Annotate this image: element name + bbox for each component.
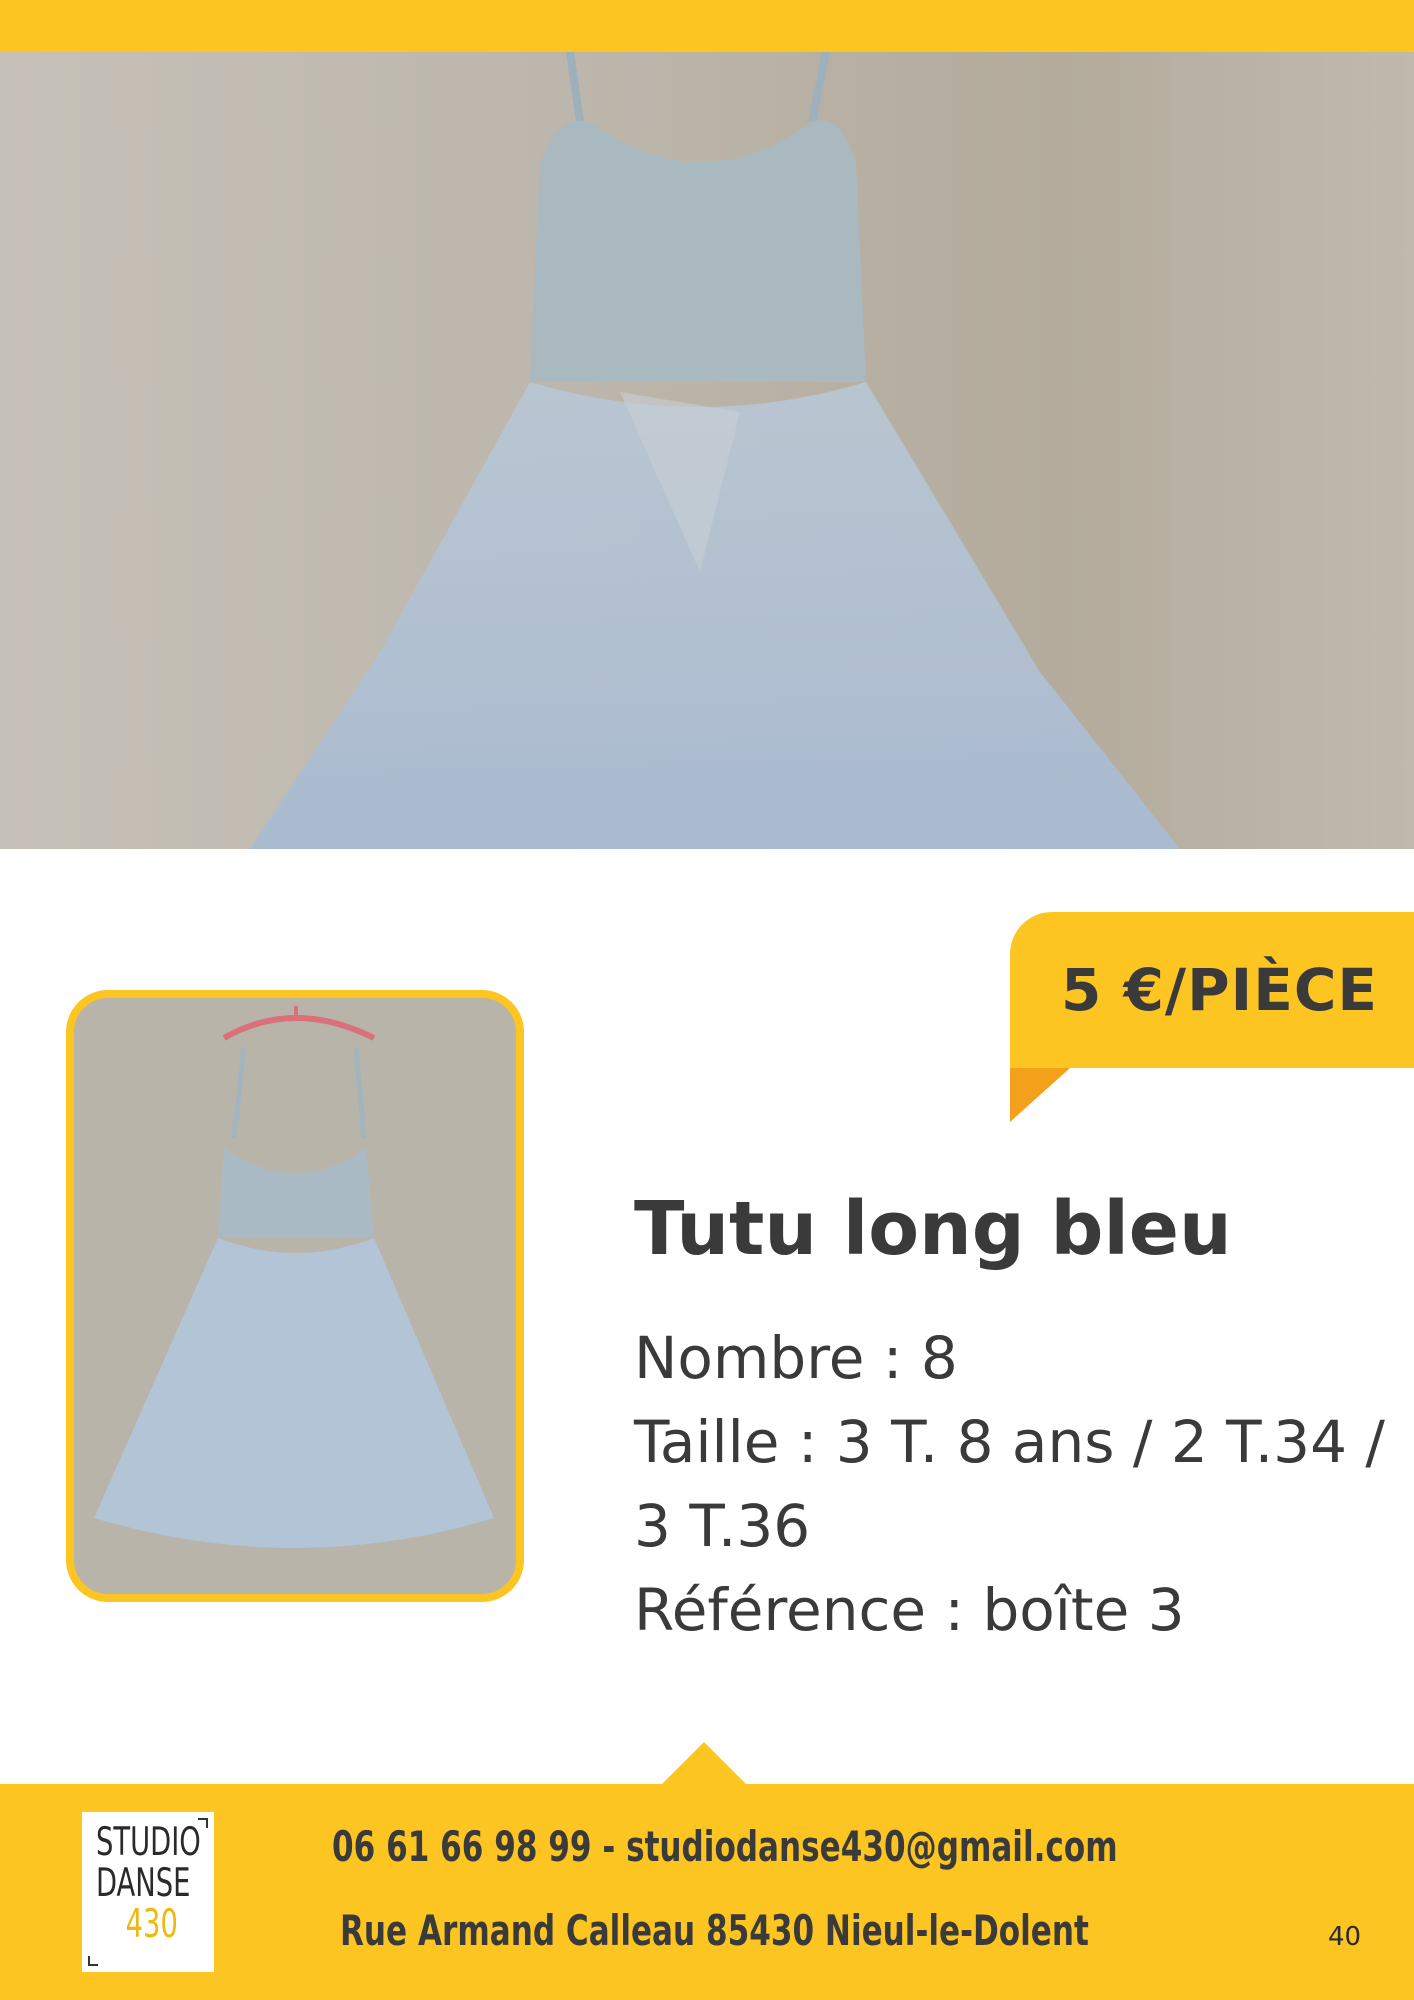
price-label: 5 €/PIÈCE <box>1061 956 1378 1024</box>
logo-line-studio: STUDIO <box>96 1820 201 1865</box>
price-tag: 5 €/PIÈCE <box>1010 912 1414 1068</box>
studio-logo: STUDIO DANSE 430 <box>82 1812 214 1972</box>
detail-taille-line2: 3 T.36 <box>634 1492 811 1560</box>
logo-text: STUDIO DANSE 430 <box>96 1822 201 1945</box>
product-details: Nombre : 8 Taille : 3 T. 8 ans / 2 T.34 … <box>634 1316 1394 1652</box>
detail-reference: Référence : boîte 3 <box>634 1576 1185 1644</box>
product-thumbnail <box>66 990 524 1602</box>
detail-taille-line1: Taille : 3 T. 8 ans / 2 T.34 / <box>634 1408 1385 1476</box>
detail-nombre: Nombre : 8 <box>634 1324 958 1392</box>
page-number: 40 <box>1328 1922 1362 1952</box>
footer-notch <box>660 1742 748 1786</box>
top-accent-bar <box>0 0 1414 52</box>
logo-line-danse: DANSE <box>96 1861 191 1906</box>
product-title: Tutu long bleu <box>634 1186 1232 1272</box>
logo-corner-bottom-left <box>88 1956 98 1966</box>
logo-line-number: 430 <box>125 1902 178 1947</box>
hero-photo <box>0 52 1414 849</box>
contact-info[interactable]: 06 61 66 98 99 - studiodanse430@gmail.co… <box>332 1822 1118 1871</box>
price-tag-fold <box>1010 1068 1070 1122</box>
address: Rue Armand Calleau 85430 Nieul-le-Dolent <box>340 1906 1089 1955</box>
